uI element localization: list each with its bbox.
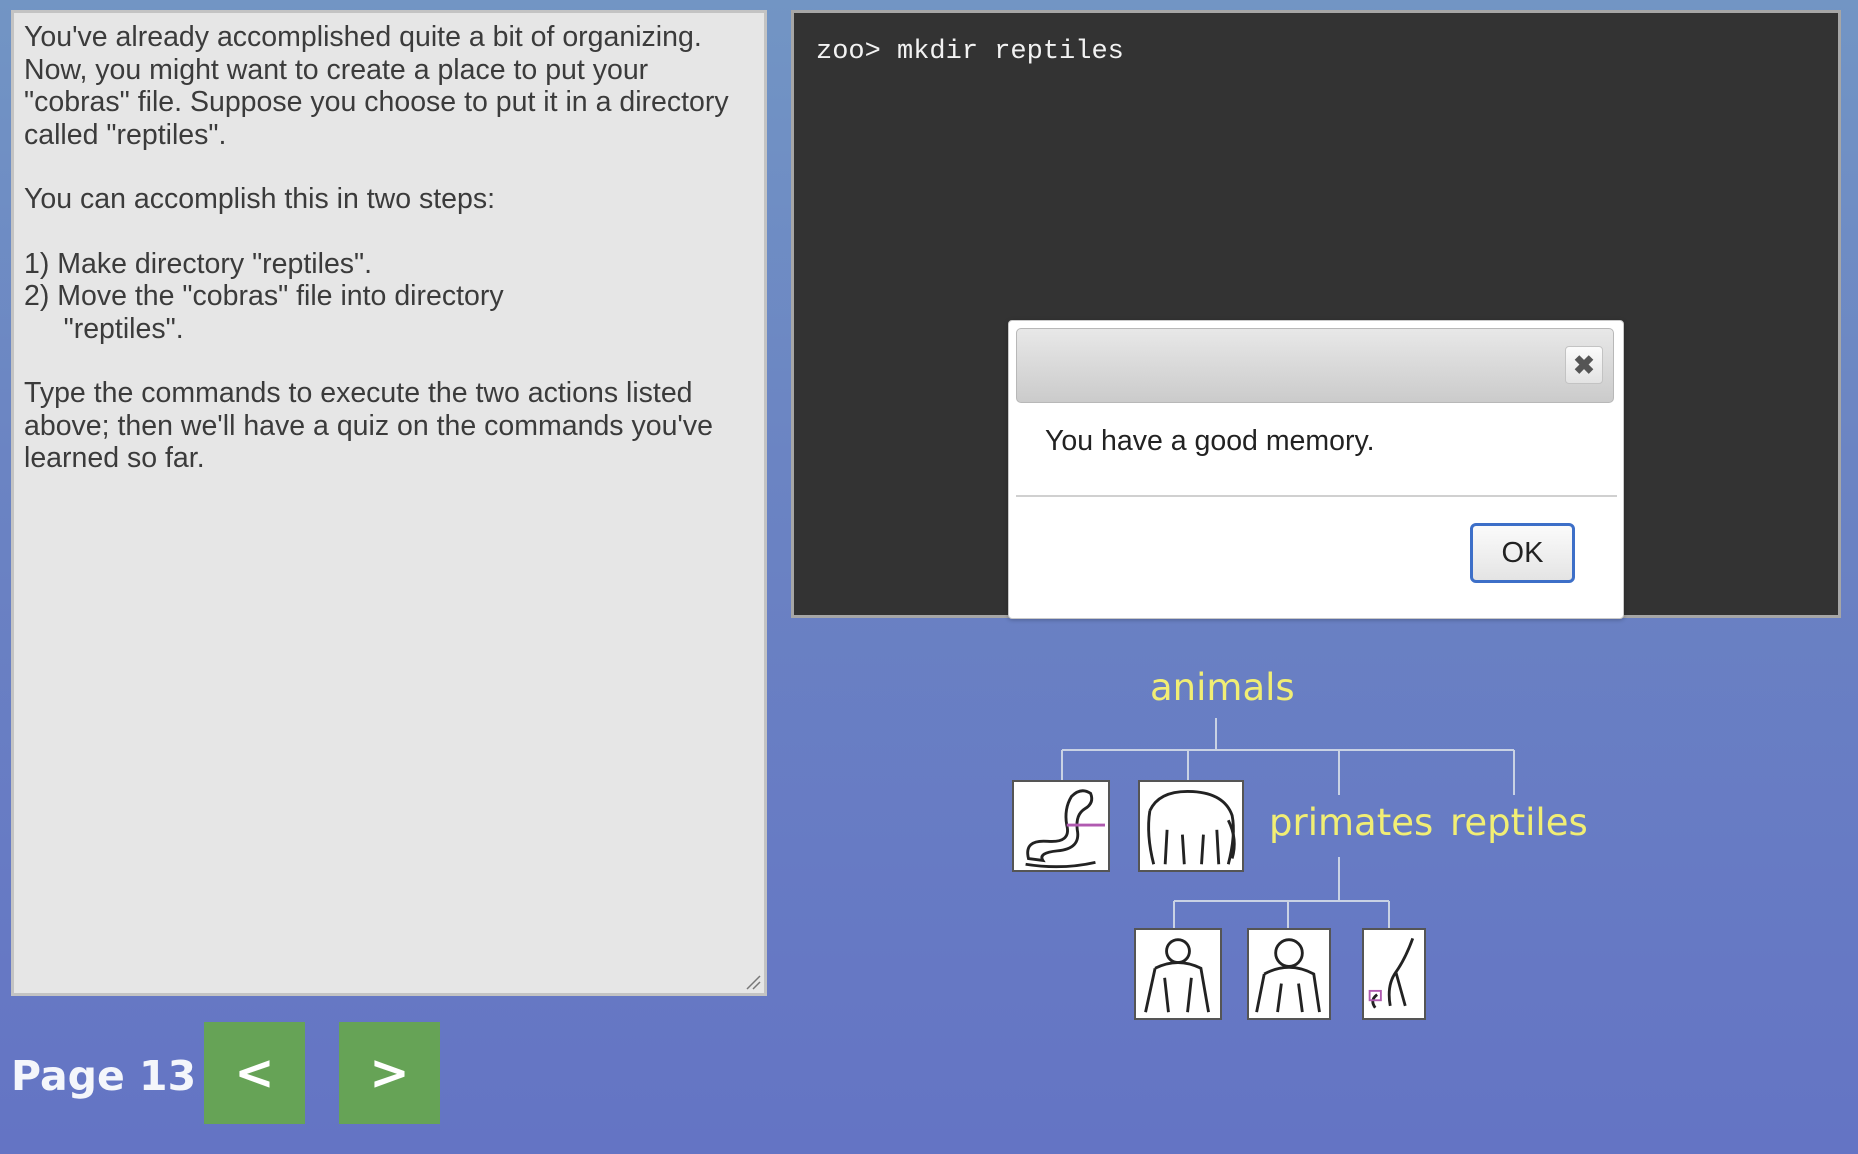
cobra-icon xyxy=(1012,780,1110,872)
ape-icon xyxy=(1247,928,1331,1020)
gorilla-icon xyxy=(1134,928,1222,1020)
tree-dir-reptiles: reptiles xyxy=(1450,801,1588,844)
tree-root-animals: animals xyxy=(1150,666,1295,709)
tree-dir-primates: primates xyxy=(1269,801,1434,844)
tree-connector-lines xyxy=(1061,718,1515,928)
elephant-icon xyxy=(1138,780,1244,872)
monkey-icon xyxy=(1362,928,1426,1020)
